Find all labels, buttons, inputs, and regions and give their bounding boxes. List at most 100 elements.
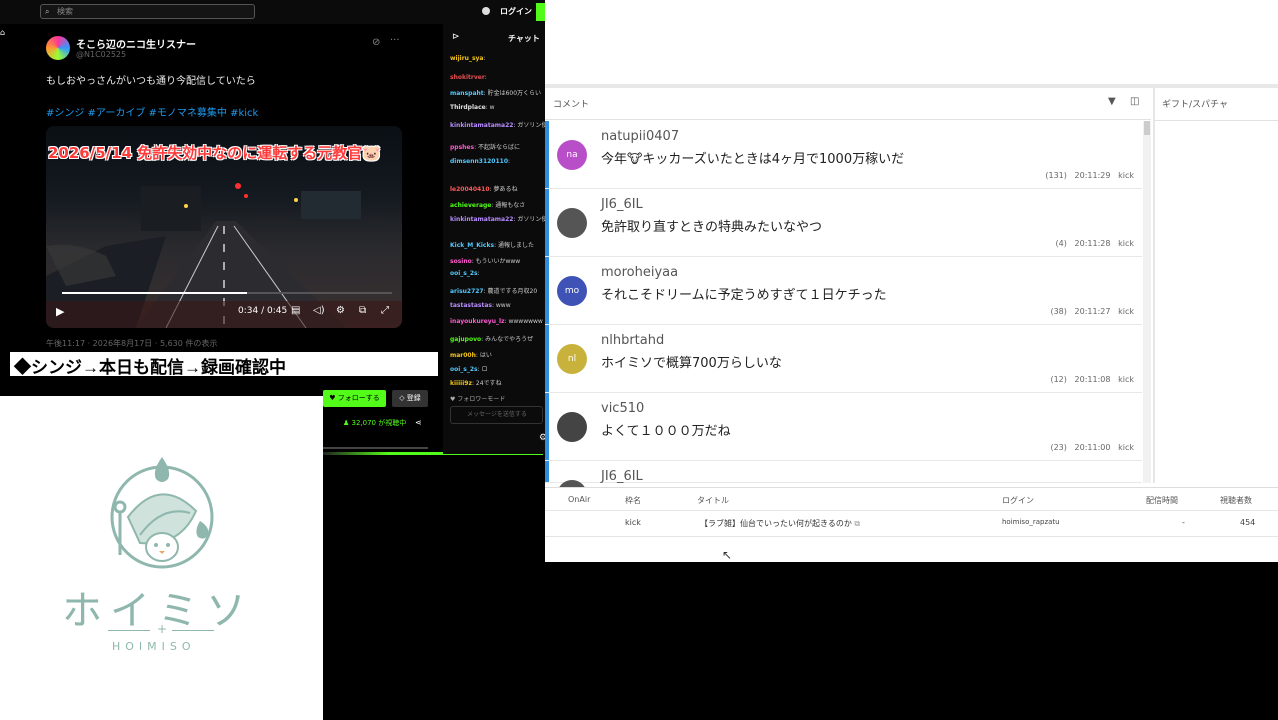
cell-title[interactable]: 【ラブ雑】仙台でいったい何が起きるのか ⧉	[700, 518, 860, 529]
captions-icon[interactable]: ▤	[291, 305, 300, 316]
chat-input[interactable]: メッセージを送信する	[450, 406, 543, 424]
comment-avatar[interactable]: nl	[557, 344, 587, 374]
logo-plus-icon: +	[157, 622, 168, 636]
chat-text: w	[489, 104, 495, 111]
more-icon[interactable]: ···	[390, 35, 400, 46]
comment-text: 免許取り直すときの特典みたいなやつ	[601, 220, 823, 235]
chat-username[interactable]: manspaht	[450, 90, 484, 97]
tweet-meta: 午後11:17 · 2026年8月17日 · 5,630 件の表示	[46, 339, 218, 348]
comment-username[interactable]: nlhbrtahd	[601, 333, 664, 348]
chat-username[interactable]: kinkintamatama22	[450, 216, 513, 223]
subscribe-button[interactable]: ◇ 登録	[392, 390, 428, 407]
chat-username[interactable]: ppshes	[450, 144, 474, 151]
chat-username[interactable]: ooi_s_2s	[450, 366, 478, 373]
chat-message: ooi_s_2s:	[450, 270, 480, 277]
chat-message: gajupovo: みんなでやろうぜ	[450, 336, 534, 343]
comment-accent-bar	[545, 257, 549, 324]
chat-username[interactable]: Kick_M_Kicks	[450, 242, 494, 249]
chat-text: もういいかwww	[475, 258, 521, 265]
tweet-avatar[interactable]	[46, 36, 70, 60]
chat-username[interactable]: gajupovo	[450, 336, 481, 343]
tweet-hashtags[interactable]: #シンジ #アーカイブ #モノマネ募集中 #kick	[46, 104, 258, 119]
chat-username[interactable]: shokitrver	[450, 74, 485, 81]
chat-username[interactable]: Thirdplace	[450, 104, 486, 111]
comment-time: 20:11:29	[1074, 171, 1111, 180]
hoimiso-logo-mark	[110, 457, 214, 569]
chat-username[interactable]: tastastastas	[450, 302, 492, 309]
col-header-frame[interactable]: 枠名	[625, 495, 641, 506]
chat-username[interactable]: kinkintamatama22	[450, 122, 513, 129]
col-header-title[interactable]: タイトル	[697, 495, 729, 506]
theme-toggle-icon[interactable]	[482, 7, 490, 15]
comment-time: 20:11:28	[1074, 239, 1111, 248]
tweet-author-handle: @N1C02525	[76, 50, 127, 59]
mouse-cursor-icon: ↖	[722, 548, 733, 562]
comment-row[interactable]: vic510 よくて１０００万だね (23) 20:11:00 kick	[545, 393, 1142, 461]
chat-username[interactable]: wijiru_sya	[450, 55, 483, 62]
signup-button[interactable]	[536, 3, 545, 21]
scrollbar-thumb[interactable]	[1144, 121, 1150, 135]
comment-scrollbar[interactable]	[1143, 121, 1151, 483]
comment-avatar[interactable]	[557, 412, 587, 442]
comment-row[interactable]: nl nlhbrtahd ホイミソで概算700万らしいな (12) 20:11:08 …	[545, 325, 1142, 393]
logo-subtitle: HOIMISO	[112, 640, 196, 653]
fullscreen-icon[interactable]: ⤢	[381, 305, 389, 316]
chat-username[interactable]: le20040410	[450, 186, 490, 193]
chat-username[interactable]: arisu2727	[450, 288, 484, 295]
chat-username[interactable]: ooi_s_2s	[450, 270, 478, 277]
col-header-viewers[interactable]: 視聴者数	[1220, 495, 1252, 506]
comment-platform: kick	[1118, 171, 1134, 180]
pip-icon[interactable]: ⧉	[359, 305, 366, 316]
chat-username[interactable]: mar00h	[450, 352, 476, 359]
columns-icon[interactable]: ◫	[1130, 96, 1139, 107]
chat-username[interactable]: achieverage	[450, 202, 491, 209]
viewer-count: ♟ 32,070 が視聴中	[343, 418, 406, 428]
settings-icon[interactable]: ⚙	[336, 305, 345, 316]
comment-username[interactable]: natupii0407	[601, 129, 679, 144]
col-header-onair[interactable]: OnAir	[568, 495, 590, 504]
chat-text: 24ですね	[475, 380, 502, 387]
filter-icon[interactable]: ▼	[1108, 96, 1116, 107]
chat-message: mar00h: はい	[450, 352, 492, 359]
comment-row[interactable]: na natupii0407 今年🐮キッカーズいたときは4ヶ月で1000万稼いだ (1…	[545, 121, 1142, 189]
video-progress-fill	[62, 292, 247, 294]
search-input[interactable]: ⌕ 検索	[40, 4, 255, 19]
comment-platform: kick	[1118, 307, 1134, 316]
comment-avatar[interactable]: na	[557, 140, 587, 170]
play-icon[interactable]: ▶	[56, 305, 64, 318]
chat-username[interactable]: dimsenn3120110	[450, 158, 508, 165]
chat-message: achieverage: 通報もなさ	[450, 202, 526, 209]
comment-meta: (131) 20:11:29 kick	[1045, 171, 1134, 180]
comment-username[interactable]: JI6_6IL	[601, 197, 643, 212]
comment-row[interactable]: JI6_6IL 免許取り直すときの特典みたいなやつ (4) 20:11:28 kic…	[545, 189, 1142, 257]
copy-icon[interactable]: ⧉	[854, 519, 860, 528]
viewer-icon: ♟	[343, 419, 352, 427]
comment-username[interactable]: vic510	[601, 401, 644, 416]
collapse-chat-icon[interactable]: ⊳	[452, 32, 460, 42]
login-button[interactable]: ログイン	[500, 6, 532, 17]
comment-accent-bar	[545, 461, 549, 482]
comment-avatar[interactable]: mo	[557, 276, 587, 306]
comment-avatar[interactable]	[557, 208, 587, 238]
chat-username[interactable]: inayoukureyu_lz	[450, 318, 505, 325]
chat-username[interactable]: kiiiii9z	[450, 380, 472, 387]
comment-row[interactable]: mo moroheiyaa それこそドリームに予定うめすぎて１日ケチった (38) 2…	[545, 257, 1142, 325]
col-header-login[interactable]: ログイン	[1002, 495, 1034, 506]
logo-divider-right	[172, 630, 214, 631]
divider	[545, 510, 1278, 511]
home-icon[interactable]: ⌂	[0, 28, 5, 37]
comment-header-title: コメント	[553, 100, 590, 110]
volume-icon[interactable]: ◁)	[313, 305, 325, 316]
share-icon[interactable]: ⋖	[415, 418, 422, 427]
chat-text: 不起訴ならばに	[478, 144, 521, 151]
comment-row[interactable]: JI6_6IL	[545, 461, 1142, 510]
grok-icon[interactable]: ⊘	[372, 37, 380, 48]
cell-login: hoimiso_rapzatu	[1002, 518, 1060, 526]
col-header-duration[interactable]: 配信時間	[1146, 495, 1178, 506]
comment-username[interactable]: moroheiyaa	[601, 265, 678, 280]
chat-username[interactable]: sosino	[450, 258, 472, 265]
chat-message: le20040410: 夢あるね	[450, 186, 518, 193]
comment-username[interactable]: JI6_6IL	[601, 469, 643, 484]
tweet-author-name[interactable]: そこら辺のニコ生リスナー	[76, 36, 196, 51]
follow-button[interactable]: ♥ フォローする	[323, 390, 386, 407]
